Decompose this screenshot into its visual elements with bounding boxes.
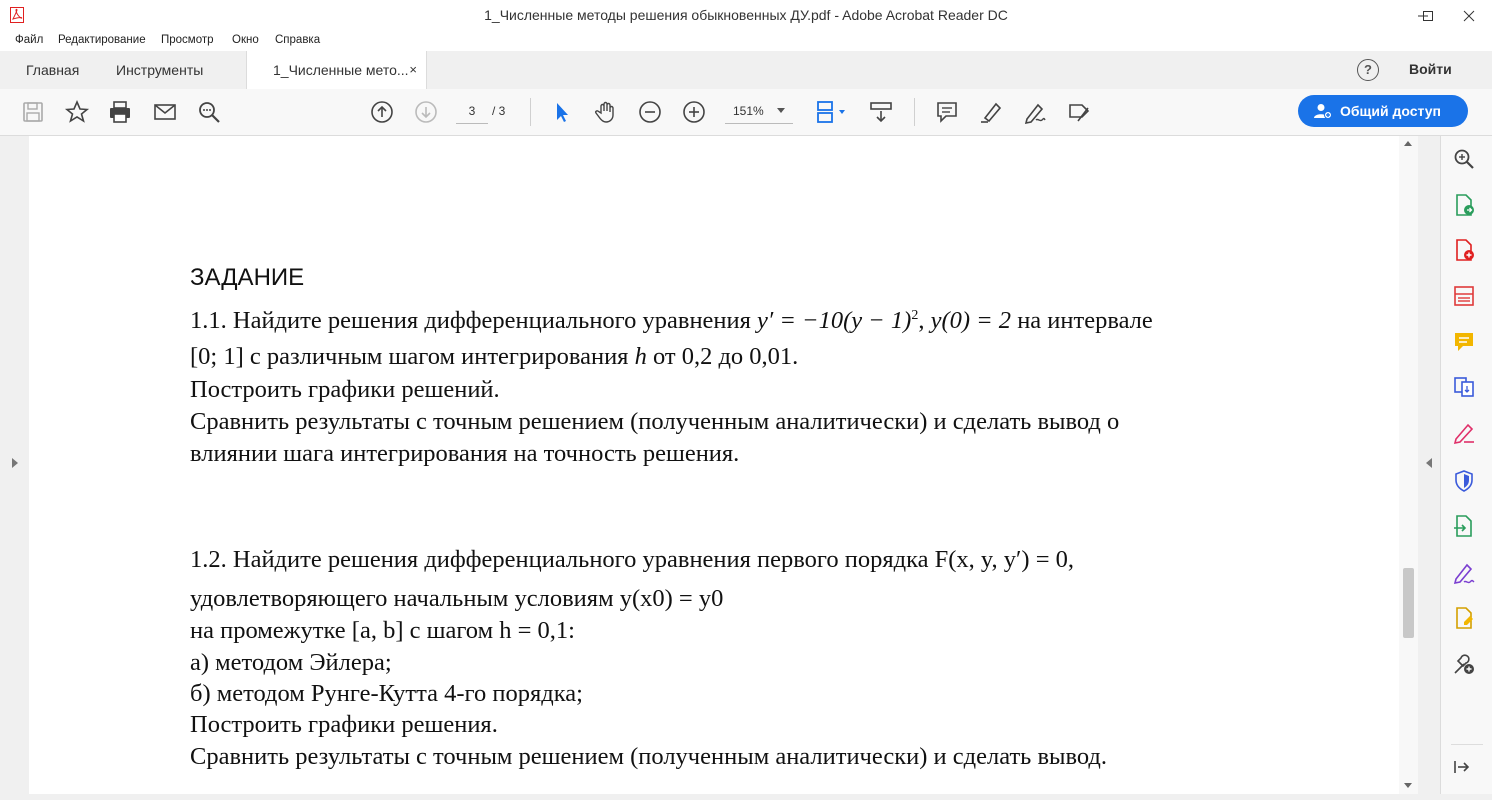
task2-line3: на промежутке [a, b] с шагом h = 0,1: <box>190 617 575 644</box>
scrollbar-thumb[interactable] <box>1403 568 1414 638</box>
menu-view[interactable]: Просмотр <box>161 34 214 46</box>
separator <box>530 98 531 126</box>
comment-icon[interactable] <box>934 99 960 125</box>
page-down-icon[interactable] <box>413 99 439 125</box>
tab-home[interactable]: Главная <box>26 51 79 89</box>
toolbar: 3 / 3 151% Общий доступ <box>0 89 1492 136</box>
email-icon[interactable] <box>152 99 178 125</box>
send-for-review-icon[interactable] <box>1452 514 1476 538</box>
fill-and-sign-icon[interactable] <box>1452 561 1476 585</box>
menu-bar: Файл Редактирование Просмотр Окно Справк… <box>0 31 1492 51</box>
right-panel-toggle[interactable] <box>1418 136 1440 794</box>
right-tools-panel <box>1440 136 1492 794</box>
star-icon[interactable] <box>64 99 90 125</box>
task1-line4: Сравнить результаты с точным решением (п… <box>190 408 1120 435</box>
tab-document-label: 1_Численные мето... <box>273 62 409 78</box>
task1-text: 1.1. Найдите решения дифференциального у… <box>190 307 758 334</box>
task2-line2: удовлетворяющего начальным условиям y(x0… <box>190 585 724 612</box>
help-icon[interactable]: ? <box>1357 59 1379 81</box>
organize-pages-icon[interactable] <box>1452 284 1476 308</box>
export-pdf-icon[interactable] <box>1452 193 1476 217</box>
scroll-down-icon[interactable] <box>1404 783 1412 788</box>
task2-line4: а) методом Эйлера; <box>190 649 392 676</box>
pdf-page: ЗАДАНИЕ 1.1. Найдите решения дифференциа… <box>190 136 1320 794</box>
doc-heading: ЗАДАНИЕ <box>190 264 305 291</box>
hand-tool-icon[interactable] <box>593 99 619 125</box>
separator <box>914 98 915 126</box>
tab-bar: Главная Инструменты 1_Численные мето... … <box>0 51 1492 90</box>
edit-pdf-icon[interactable] <box>1452 421 1476 445</box>
chevron-right-icon <box>12 458 18 468</box>
sign-icon[interactable] <box>1022 99 1048 125</box>
task2-line7: Сравнить результаты с точным решением (п… <box>190 743 1108 770</box>
chevron-down-icon <box>777 108 785 113</box>
menu-file[interactable]: Файл <box>15 34 43 46</box>
task1-line2: [0; 1] с различным шагом интегрирования … <box>190 343 798 371</box>
zoom-select[interactable]: 151% <box>725 99 793 124</box>
scroll-mode-icon[interactable] <box>868 99 894 125</box>
highlight-icon[interactable] <box>978 99 1004 125</box>
task1-line1: 1.1. Найдите решения дифференциального у… <box>190 307 1153 335</box>
page-number-input[interactable]: 3 <box>456 99 488 124</box>
task1-line5: влиянии шага интегрирования на точность … <box>190 440 740 467</box>
collapse-panel-icon[interactable] <box>1452 757 1472 777</box>
comment-tool-icon[interactable] <box>1452 330 1476 354</box>
separator <box>1451 744 1483 745</box>
request-signatures-icon[interactable] <box>1452 606 1476 630</box>
page-layout-icon[interactable] <box>815 99 849 125</box>
task1-equation: y′ = −10(y − 1) <box>757 307 912 334</box>
protect-icon[interactable] <box>1452 469 1476 493</box>
page-up-icon[interactable] <box>369 99 395 125</box>
zoom-in-icon[interactable] <box>681 99 707 125</box>
menu-edit[interactable]: Редактирование <box>58 34 146 46</box>
create-pdf-icon[interactable] <box>1452 238 1476 262</box>
task2-line6: Построить графики решения. <box>190 711 498 738</box>
task1-line3: Построить графики решений. <box>190 376 500 403</box>
document-viewport[interactable]: ЗАДАНИЕ 1.1. Найдите решения дифференциа… <box>29 136 1399 794</box>
task1-line2-text: [0; 1] с различным шагом интегрирования <box>190 343 635 370</box>
page-total: / 3 <box>492 104 506 118</box>
search-icon[interactable] <box>196 99 222 125</box>
signin-button[interactable]: Войти <box>1409 61 1452 77</box>
menu-window[interactable]: Окно <box>232 34 259 46</box>
window-title: 1_Численные методы решения обыкновенных … <box>484 7 1008 23</box>
scroll-up-icon[interactable] <box>1404 141 1412 146</box>
tab-close-icon[interactable]: × <box>409 51 417 89</box>
add-user-icon <box>1314 104 1332 119</box>
menu-help[interactable]: Справка <box>275 34 320 46</box>
left-panel-toggle[interactable] <box>0 136 29 794</box>
select-cursor-icon[interactable] <box>549 99 575 125</box>
task1-step-symbol: h <box>634 343 647 370</box>
zoom-out-icon[interactable] <box>637 99 663 125</box>
bottom-border <box>0 794 1492 800</box>
task2-line5: б) методом Рунге-Кутта 4-го порядка; <box>190 680 583 707</box>
combine-files-icon[interactable] <box>1452 375 1476 399</box>
task2-line1: 1.2. Найдите решения дифференциального у… <box>190 546 1075 573</box>
share-button-label: Общий доступ <box>1340 103 1441 119</box>
chevron-left-icon <box>1426 458 1432 468</box>
title-bar: 1_Численные методы решения обыкновенных … <box>0 0 1492 31</box>
task1-initial-condition: y(0) = 2 <box>930 307 1012 334</box>
vertical-scrollbar[interactable] <box>1399 136 1418 794</box>
print-icon[interactable] <box>107 99 133 125</box>
share-button[interactable]: Общий доступ <box>1298 95 1468 127</box>
tab-tools[interactable]: Инструменты <box>116 51 203 89</box>
task1-line2-tail: от 0,2 до 0,01. <box>646 343 799 370</box>
search-tool-icon[interactable] <box>1452 147 1476 171</box>
tab-document[interactable]: 1_Численные мето... × <box>246 51 427 90</box>
save-icon[interactable] <box>20 99 46 125</box>
task1-separator: , <box>918 307 931 334</box>
close-window-button[interactable] <box>1446 0 1492 31</box>
more-tools-icon[interactable] <box>1452 652 1476 676</box>
fill-sign-icon[interactable] <box>1066 99 1092 125</box>
task1-text-tail: на интервале <box>1011 307 1153 334</box>
zoom-value: 151% <box>733 104 764 118</box>
